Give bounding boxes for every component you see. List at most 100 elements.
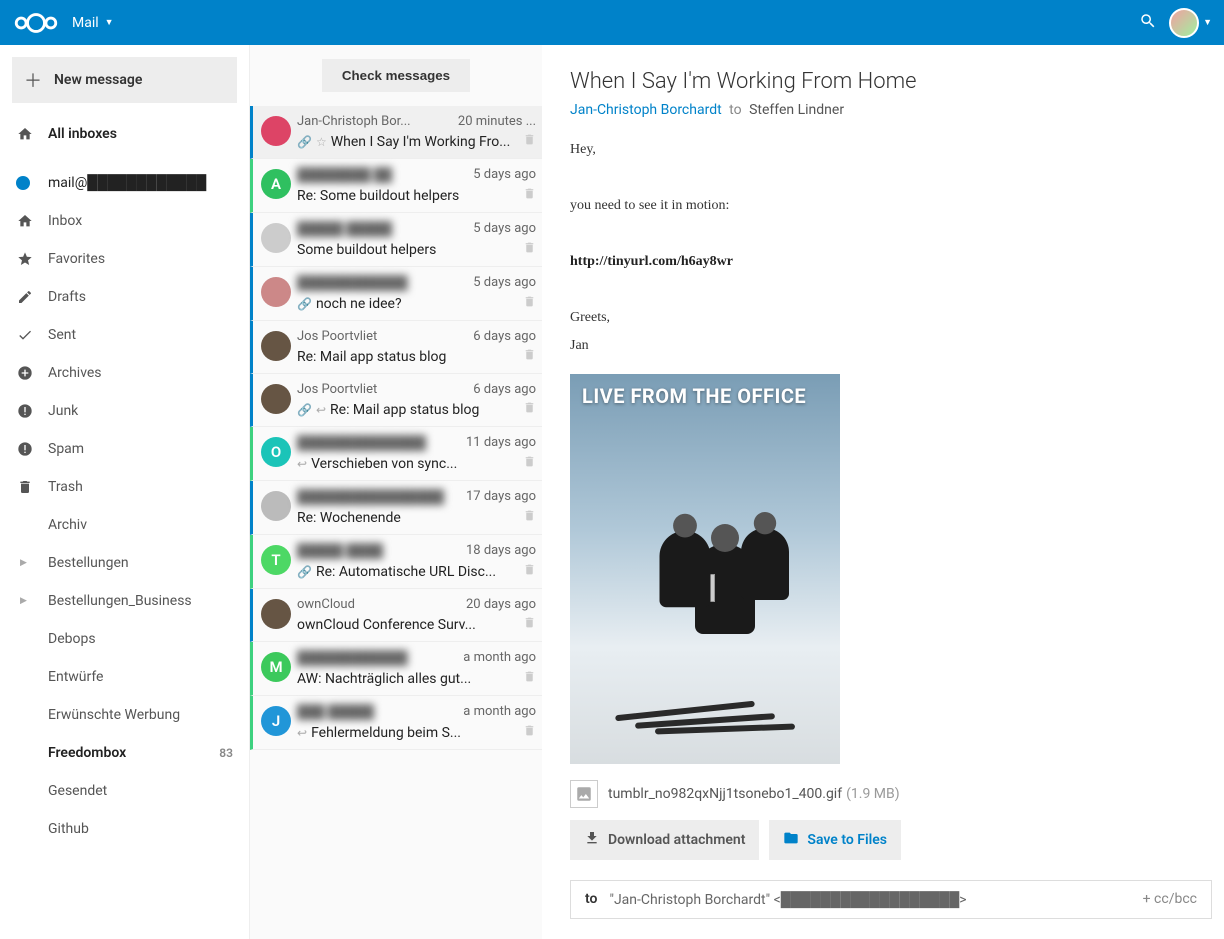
reply-icon: ↩	[316, 403, 326, 417]
sidebar-folder-trash[interactable]: Trash	[0, 468, 249, 506]
sidebar-folder-spam[interactable]: Spam	[0, 430, 249, 468]
sidebar-all-inboxes[interactable]: All inboxes	[0, 115, 249, 153]
time: 11 days ago	[466, 435, 536, 451]
subject: Verschieben von sync...	[311, 456, 517, 472]
message-item[interactable]: Jos Poortvliet6 days ago🔗↩Re: Mail app s…	[250, 374, 542, 427]
sidebar: ＋ New message All inboxes mail@█████████…	[0, 45, 250, 939]
sender: █████ █████	[297, 221, 392, 237]
message-item[interactable]: T█████ ████18 days ago🔗Re: Automatische …	[250, 535, 542, 589]
sender: ████████████	[297, 650, 408, 666]
reply-icon: ↩	[297, 726, 307, 740]
bang-icon	[16, 403, 34, 419]
sender: █████ ████	[297, 543, 383, 559]
sidebar-folder-bestellungen[interactable]: ▶Bestellungen	[0, 544, 249, 582]
folder-icon	[783, 830, 799, 850]
subject: noch ne idee?	[316, 296, 517, 312]
time: 20 minutes ...	[458, 114, 536, 129]
sidebar-folder-archives[interactable]: Archives	[0, 354, 249, 392]
body-link[interactable]: http://tinyurl.com/h6ay8wr	[570, 248, 1212, 276]
sender: ██████████████	[297, 435, 426, 451]
sidebar-folder-bestellungen_business[interactable]: ▶Bestellungen_Business	[0, 582, 249, 620]
sidebar-folder-freedombox[interactable]: Freedombox83	[0, 734, 249, 772]
check-icon	[16, 327, 34, 343]
attachment-icon: 🔗	[297, 403, 312, 417]
cc-bcc-toggle[interactable]: + cc/bcc	[1143, 891, 1197, 907]
delete-icon[interactable]	[523, 295, 536, 312]
sidebar-folder-entwürfe[interactable]: Entwürfe	[0, 658, 249, 696]
sender: ████████████████	[297, 489, 444, 505]
delete-icon[interactable]	[523, 187, 536, 204]
chevron-down-icon: ▼	[1203, 17, 1212, 28]
message-item[interactable]: ownCloud20 days agoownCloud Conference S…	[250, 589, 542, 642]
delete-icon[interactable]	[523, 241, 536, 258]
message-item[interactable]: Jos Poortvliet6 days agoRe: Mail app sta…	[250, 321, 542, 374]
message-item[interactable]: ████████████████17 days agoRe: Wochenend…	[250, 481, 542, 535]
message-item[interactable]: M████████████a month agoAW: Nachträglich…	[250, 642, 542, 696]
time: 17 days ago	[466, 489, 536, 505]
delete-icon[interactable]	[523, 724, 536, 741]
star-icon	[16, 251, 34, 267]
sidebar-account[interactable]: mail@████████████	[0, 163, 249, 202]
delete-icon[interactable]	[523, 509, 536, 526]
sidebar-folder-github[interactable]: Github	[0, 810, 249, 848]
delete-icon[interactable]	[523, 455, 536, 472]
message-item[interactable]: ████████████5 days ago🔗noch ne idee?	[250, 267, 542, 321]
avatar	[261, 116, 291, 146]
message-body: Hey, you need to see it in motion: http:…	[570, 136, 1212, 360]
sender: Jos Poortvliet	[297, 329, 377, 344]
dashboard-icon	[16, 365, 34, 381]
pencil-icon	[16, 289, 34, 305]
sidebar-folder-inbox[interactable]: Inbox	[0, 202, 249, 240]
app-header: Mail ▼ ▼	[0, 0, 1224, 45]
save-to-files-button[interactable]: Save to Files	[769, 820, 901, 860]
subject: Some buildout helpers	[297, 242, 517, 258]
avatar: A	[261, 169, 291, 199]
message-item[interactable]: A████████ ██5 days agoRe: Some buildout …	[250, 159, 542, 213]
delete-icon[interactable]	[523, 563, 536, 580]
check-messages-button[interactable]: Check messages	[322, 59, 470, 92]
attachment-icon: 🔗	[297, 135, 312, 149]
subject: AW: Nachträglich alles gut...	[297, 671, 517, 687]
delete-icon[interactable]	[523, 670, 536, 687]
home-icon	[16, 213, 34, 229]
message-item[interactable]: Jan-Christoph Bor...20 minutes ...🔗☆When…	[250, 106, 542, 159]
sidebar-folder-favorites[interactable]: Favorites	[0, 240, 249, 278]
bang-icon	[16, 441, 34, 457]
sidebar-folder-junk[interactable]: Junk	[0, 392, 249, 430]
account-dot-icon	[16, 176, 30, 190]
delete-icon[interactable]	[523, 616, 536, 633]
image-icon	[570, 780, 598, 808]
delete-icon[interactable]	[523, 401, 536, 418]
sidebar-folder-gesendet[interactable]: Gesendet	[0, 772, 249, 810]
app-menu[interactable]: Mail ▼	[72, 15, 120, 31]
sidebar-folder-drafts[interactable]: Drafts	[0, 278, 249, 316]
logo[interactable]	[12, 11, 60, 35]
sidebar-folder-debops[interactable]: Debops	[0, 620, 249, 658]
time: 20 days ago	[466, 597, 536, 612]
delete-icon[interactable]	[523, 348, 536, 365]
reply-box[interactable]: to "Jan-Christoph Borchardt" <██████████…	[570, 880, 1212, 919]
avatar	[261, 223, 291, 253]
time: 5 days ago	[473, 221, 536, 237]
user-menu[interactable]: ▼	[1169, 8, 1212, 38]
download-attachment-button[interactable]: Download attachment	[570, 820, 759, 860]
chevron-right-icon: ▶	[20, 558, 30, 568]
sidebar-folder-erwünschte-werbung[interactable]: Erwünschte Werbung	[0, 696, 249, 734]
sidebar-folder-archiv[interactable]: Archiv	[0, 506, 249, 544]
new-message-button[interactable]: ＋ New message	[12, 57, 237, 103]
message-item[interactable]: █████ █████ 5 days ago Some buildout helpe…	[250, 213, 542, 267]
search-icon[interactable]	[1139, 12, 1157, 34]
attachment-icon: 🔗	[297, 297, 312, 311]
delete-icon[interactable]	[523, 133, 536, 150]
to-name[interactable]: Steffen Lindner	[749, 102, 844, 118]
time: 6 days ago	[473, 382, 536, 397]
from-name[interactable]: Jan-Christoph Borchardt	[570, 102, 722, 118]
message-item[interactable]: O██████████████11 days ago↩Verschieben v…	[250, 427, 542, 481]
star-icon[interactable]: ☆	[316, 135, 327, 149]
sidebar-folder-sent[interactable]: Sent	[0, 316, 249, 354]
avatar: J	[261, 706, 291, 736]
message-list: Check messages Jan-Christoph Bor...20 mi…	[250, 45, 542, 939]
chevron-down-icon: ▼	[105, 17, 114, 28]
message-item[interactable]: J███ █████a month ago↩Fehlermeldung beim…	[250, 696, 542, 750]
attachment-preview[interactable]: LIVE FROM THE OFFICE	[570, 374, 840, 764]
